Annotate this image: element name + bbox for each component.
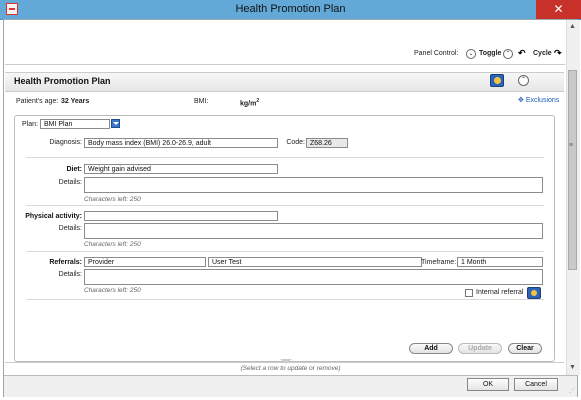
resize-grip-icon[interactable]: ⋰ <box>569 387 575 394</box>
update-button[interactable]: Update <box>458 343 502 354</box>
internal-referral-checkbox[interactable] <box>465 289 473 297</box>
scrollbar-thumb[interactable] <box>568 70 577 270</box>
window-title: Health Promotion Plan <box>235 3 346 15</box>
referrals-details-textarea[interactable] <box>84 269 543 285</box>
code-field: Z68.26 <box>306 138 348 148</box>
physical-activity-field[interactable] <box>84 211 278 221</box>
bmi-label: BMI: <box>194 98 209 105</box>
close-button[interactable]: ✕ <box>536 0 581 19</box>
section-divider <box>26 251 544 252</box>
collapse-up-icon[interactable]: ⌃ <box>518 75 529 86</box>
exclusions-link[interactable]: ✥ Exclusions <box>518 96 559 104</box>
referrals-details-label: Details: <box>58 271 82 278</box>
diet-field[interactable]: Weight gain advised <box>84 164 278 174</box>
physical-activity-chars-left: Characters left: 250 <box>84 241 141 248</box>
cancel-button[interactable]: Cancel <box>514 378 558 391</box>
physical-activity-details-label: Details: <box>58 225 82 232</box>
timeframe-label: Timeframe: <box>421 259 457 266</box>
referral-user-field[interactable]: User Test <box>208 257 422 267</box>
bmi-unit: kg/m2 <box>240 98 259 107</box>
bmi-unit-text: kg/m <box>240 100 257 108</box>
code-label: Code: <box>286 139 305 146</box>
divider <box>5 64 565 65</box>
panel-action-icon[interactable] <box>490 74 504 87</box>
toggle-down-icon[interactable]: ⌄ <box>466 49 476 59</box>
patient-age-value: 32 Years <box>61 98 90 105</box>
cycle-button[interactable]: Cycle <box>533 50 552 57</box>
referral-provider-field[interactable]: Provider <box>84 257 206 267</box>
diet-details-label: Details: <box>58 179 82 186</box>
app-icon <box>6 3 18 15</box>
diet-details-textarea[interactable] <box>84 177 543 193</box>
referrals-chars-left: Characters left: 250 <box>84 287 141 294</box>
referral-action-icon[interactable] <box>527 287 541 299</box>
section-divider <box>26 205 544 206</box>
referrals-label: Referrals: <box>49 259 82 266</box>
internal-referral-label: Internal referral <box>476 289 524 296</box>
toggle-up-icon[interactable]: ⌃ <box>503 49 513 59</box>
physical-activity-details-textarea[interactable] <box>84 223 543 239</box>
diet-label: Diet: <box>66 166 82 173</box>
diagnosis-label: Diagnosis: <box>49 139 82 146</box>
pointer-notch <box>280 359 292 364</box>
plan-select[interactable]: BMI Plan <box>40 119 110 129</box>
panel-title: Health Promotion Plan <box>14 76 111 86</box>
physical-activity-label: Physical activity: <box>25 213 82 220</box>
section-divider <box>26 299 544 300</box>
selection-hint: (Select a row to update or remove) <box>240 365 341 372</box>
add-button[interactable]: Add <box>409 343 453 354</box>
cycle-forward-icon[interactable]: ↷ <box>554 48 562 59</box>
cycle-back-icon[interactable]: ↶ <box>518 48 526 59</box>
patient-age-label: Patient's age: <box>16 98 59 105</box>
scroll-up-arrow-icon[interactable]: ▲ <box>566 21 579 33</box>
scrollbar-grip-icon: ≡ <box>569 142 574 149</box>
clear-button[interactable]: Clear <box>508 343 542 354</box>
diet-chars-left: Characters left: 250 <box>84 196 141 203</box>
timeframe-field[interactable]: 1 Month <box>457 257 543 267</box>
bmi-unit-exponent: 2 <box>256 98 260 104</box>
chevron-down-icon[interactable] <box>111 119 120 128</box>
title-bar: Health Promotion Plan <box>0 0 581 20</box>
toggle-button[interactable]: Toggle <box>479 50 501 57</box>
panel-control-label: Panel Control: <box>414 50 459 57</box>
exclusions-label: Exclusions <box>525 97 560 104</box>
section-divider <box>26 157 544 158</box>
ok-button[interactable]: OK <box>467 378 509 391</box>
exclusions-icon: ✥ <box>518 97 524 104</box>
plan-label: Plan: <box>22 121 38 128</box>
diagnosis-field[interactable]: Body mass index (BMI) 26.0-26.9, adult <box>84 138 278 148</box>
